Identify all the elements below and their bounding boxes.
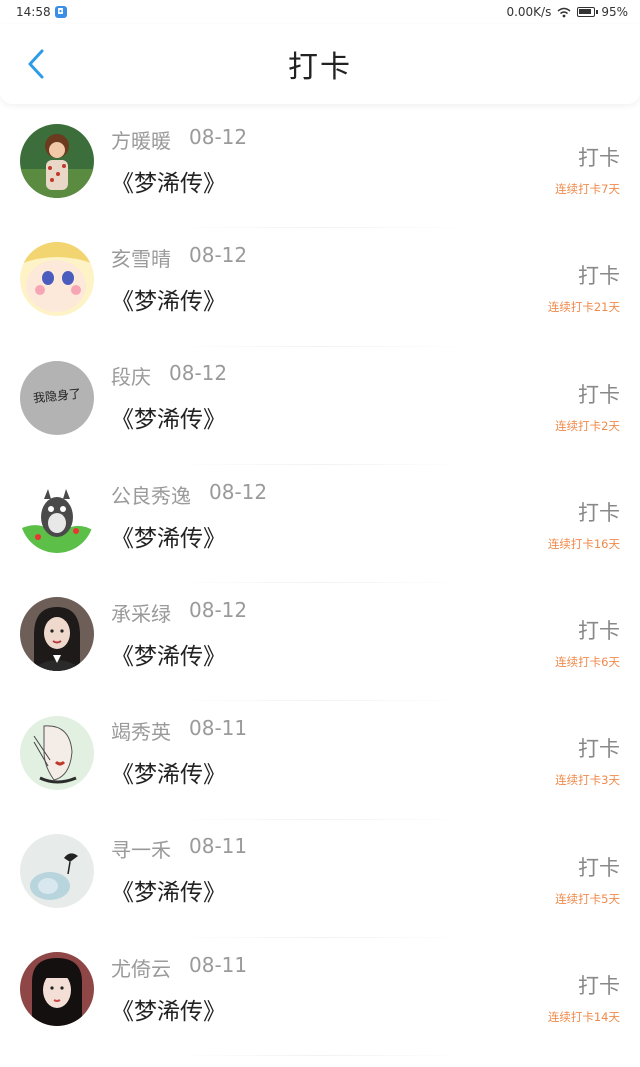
list-item[interactable]: 方暖暖 08-12 《梦浠传》 打卡 连续打卡7天 — [0, 110, 640, 229]
user-name[interactable]: 竭秀英 — [111, 716, 171, 745]
checkin-label: 打卡 — [578, 382, 620, 407]
checkin-date: 08-12 — [189, 242, 248, 267]
streak-badge: 连续打卡21天 — [547, 300, 620, 315]
avatar[interactable] — [20, 952, 94, 1027]
avatar[interactable]: 我隐身了 — [20, 360, 94, 435]
checkin-label: 打卡 — [578, 737, 620, 762]
user-name[interactable]: 亥雪晴 — [111, 243, 171, 272]
user-name[interactable]: 寻一禾 — [111, 834, 171, 863]
avatar[interactable] — [20, 597, 94, 672]
book-title[interactable]: 《梦浠传》 — [111, 164, 247, 198]
user-name[interactable]: 承采绿 — [111, 598, 171, 627]
checkin-label: 打卡 — [578, 855, 620, 880]
avatar-text: 我隐身了 — [32, 386, 82, 406]
user-name[interactable]: 段庆 — [111, 361, 151, 390]
book-title[interactable]: 《梦浠传》 — [111, 637, 247, 671]
status-time: 14:58 — [16, 5, 51, 19]
streak-badge: 连续打卡3天 — [555, 773, 620, 788]
list-item[interactable]: 寻一禾 08-11 《梦浠传》 打卡 连续打卡5天 — [0, 820, 640, 939]
avatar[interactable] — [20, 242, 94, 317]
checkin-date: 08-12 — [209, 479, 268, 504]
book-title[interactable]: 《梦浠传》 — [111, 992, 247, 1026]
avatar[interactable] — [20, 833, 94, 908]
list-item[interactable]: 公良秀逸 08-12 《梦浠传》 打卡 连续打卡16天 — [0, 465, 640, 584]
battery-icon — [577, 7, 599, 17]
checkin-label: 打卡 — [578, 146, 620, 170]
checkin-date: 08-12 — [169, 361, 228, 386]
checkin-label: 打卡 — [578, 500, 620, 525]
battery-percent: 95% — [601, 5, 628, 19]
streak-badge: 连续打卡2天 — [555, 418, 620, 433]
list-item[interactable]: 我隐身了 段庆 08-12 《梦浠传》 打卡 连续打卡2天 — [0, 347, 640, 466]
wifi-icon — [557, 7, 571, 17]
streak-badge: 连续打卡7天 — [555, 182, 620, 196]
book-title[interactable]: 《梦浠传》 — [111, 755, 247, 789]
avatar[interactable] — [20, 479, 94, 554]
checkin-date: 08-11 — [189, 952, 248, 977]
user-name[interactable]: 公良秀逸 — [111, 480, 191, 509]
checkin-label: 打卡 — [578, 264, 620, 289]
streak-badge: 连续打卡6天 — [555, 655, 620, 670]
streak-badge: 连续打卡5天 — [555, 891, 620, 906]
avatar[interactable] — [20, 124, 94, 199]
list-item[interactable]: 承采绿 08-12 《梦浠传》 打卡 连续打卡6天 — [0, 583, 640, 702]
checkin-date: 08-11 — [189, 716, 248, 741]
checkin-label: 打卡 — [578, 974, 620, 999]
checkin-date: 08-12 — [189, 124, 248, 149]
book-title[interactable]: 《梦浠传》 — [111, 400, 227, 434]
streak-badge: 连续打卡16天 — [547, 536, 620, 551]
book-title[interactable]: 《梦浠传》 — [111, 873, 247, 907]
back-button[interactable] — [18, 46, 54, 82]
checkin-date: 08-12 — [189, 597, 248, 622]
user-name[interactable]: 尤倚云 — [111, 953, 171, 982]
checkin-label: 打卡 — [578, 619, 620, 644]
top-nav-bar: 打卡 — [0, 24, 640, 104]
user-name[interactable]: 方暖暖 — [111, 125, 171, 154]
book-title[interactable]: 《梦浠传》 — [111, 519, 267, 553]
network-speed: 0.00K/s — [506, 5, 552, 19]
status-bar: 14:58 ◘ 0.00K/s 95% — [0, 0, 640, 24]
app-notification-icon: ◘ — [54, 6, 67, 18]
chevron-left-icon — [28, 49, 44, 79]
checkin-list: 方暖暖 08-12 《梦浠传》 打卡 连续打卡7天 亥雪晴 08-12 《梦浠传… — [0, 110, 640, 1057]
streak-badge: 连续打卡14天 — [547, 1010, 620, 1025]
avatar[interactable] — [20, 715, 94, 790]
list-item[interactable]: 亥雪晴 08-12 《梦浠传》 打卡 连续打卡21天 — [0, 228, 640, 347]
book-title[interactable]: 《梦浠传》 — [111, 282, 247, 316]
checkin-date: 08-11 — [189, 834, 248, 859]
page-title: 打卡 — [288, 50, 352, 85]
list-item[interactable]: 竭秀英 08-11 《梦浠传》 打卡 连续打卡3天 — [0, 701, 640, 821]
list-item[interactable]: 尤倚云 08-11 《梦浠传》 打卡 连续打卡14天 — [0, 938, 640, 1057]
